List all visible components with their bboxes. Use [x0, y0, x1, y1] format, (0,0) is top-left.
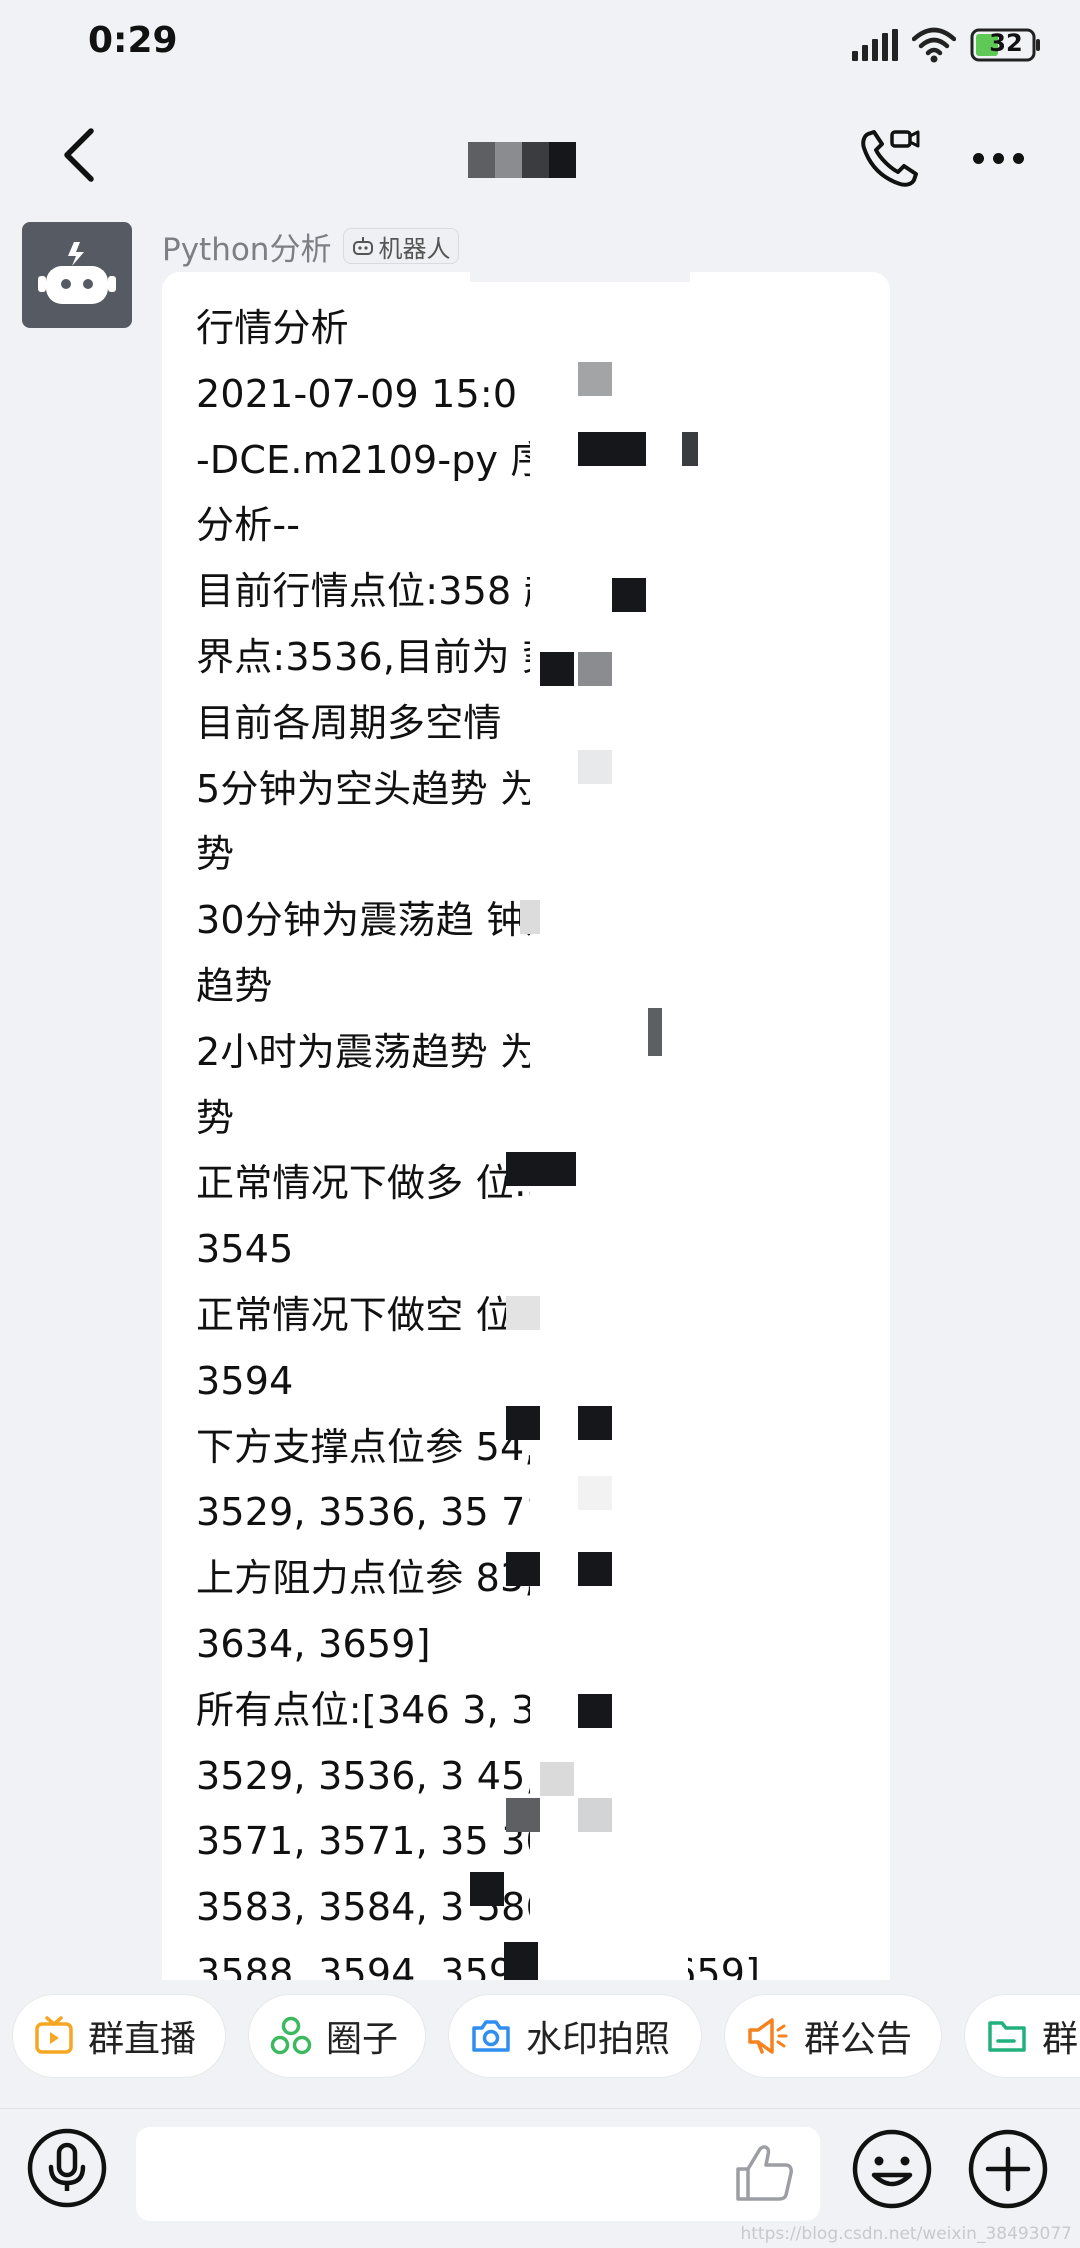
quick-actions-bar[interactable]: 群直播 圈子 水印拍照 群公告 群 [0, 1980, 1080, 2092]
phone-video-icon [861, 130, 920, 187]
message-line: 目前行情点位:358 趋势分 [196, 569, 639, 614]
quick-action-label: 群公告 [804, 2019, 913, 2060]
status-icons: 32 [852, 24, 1042, 66]
message-line: 3588, 3594, 359 3634, 3659] [196, 1950, 761, 1980]
status-bar: 0:29 32 [0, 0, 1080, 88]
camera-icon [472, 2020, 510, 2052]
message-line: 2小时为震荡趋势 为多头趋 [196, 1029, 653, 1074]
message-line: 上方阻力点位参 83, 3594, [196, 1556, 659, 1601]
more-button[interactable] [958, 120, 1038, 196]
quick-action-live[interactable]: 群直播 [12, 1994, 226, 2078]
message-line: 3583, 3584, 3 586, 3586, [196, 1885, 685, 1930]
message-line: 5分钟为空头趋势 为空头趋 [196, 766, 653, 811]
message-line: 3571, 3571, 35 30, 3583, [196, 1819, 685, 1864]
message-line: 行情分析 [196, 306, 349, 350]
microphone-icon [27, 2128, 107, 2208]
message-line: -DCE.m2109-py 序化解读 [196, 437, 664, 482]
message-bubble[interactable]: 行情分析 2021-07-09 15:0 -DCE.m2109-py 序化解读 分析-… [162, 272, 890, 1980]
watermark: https://blog.csdn.net/weixin_38493077 [740, 2224, 1072, 2244]
sender-row: Python分析 机器人 [162, 222, 460, 270]
bot-badge-label: 机器人 [378, 234, 451, 263]
quick-action-announcement[interactable]: 群公告 [724, 1994, 942, 2078]
chevron-left-icon [64, 128, 94, 182]
robot-small-icon [353, 237, 374, 255]
live-tv-icon [35, 2016, 73, 2054]
quick-action-files[interactable]: 群 [964, 1994, 1080, 2078]
quick-action-label: 圈子 [326, 2019, 399, 2060]
voice-button[interactable] [26, 2127, 108, 2209]
message-line: 2021-07-09 15:0 [196, 371, 518, 416]
plus-circle-icon [968, 2129, 1048, 2209]
message-line: 3594 [196, 1358, 294, 1403]
bot-badge: 机器人 [343, 228, 460, 264]
redacted-title-mosaic [468, 142, 576, 178]
message-line: 趋势 [196, 963, 273, 1008]
message-line: 分析-- [196, 503, 301, 548]
folder-icon [988, 2021, 1026, 2052]
message-line: 正常情况下做空 位:3583及 [196, 1292, 663, 1337]
sender-name: Python分析 [162, 231, 332, 268]
message-input[interactable] [136, 2127, 820, 2221]
message-line: 下方支撑点位参 54, 3488, [196, 1424, 659, 1469]
smile-icon [852, 2129, 932, 2209]
quick-action-circle[interactable]: 圈子 [248, 1994, 426, 2078]
bot-avatar[interactable] [22, 222, 132, 328]
circle-group-icon [270, 2016, 312, 2055]
signal-icon [852, 29, 898, 61]
quick-action-label: 群直播 [88, 2019, 197, 2060]
message-line: 3529, 3536, 35 71] [196, 1490, 565, 1535]
message-text: 行情分析 2021-07-09 15:0 -DCE.m2109-py 序化解读 分析-… [196, 296, 856, 1980]
robot-icon [38, 242, 116, 304]
title-bar [0, 88, 1080, 222]
thumbs-up-icon [736, 2145, 793, 2201]
quick-action-label: 水印拍照 [526, 2019, 671, 2060]
quick-action-watermark-camera[interactable]: 水印拍照 [448, 1994, 702, 2078]
message-line: 30分钟为震荡趋 钟为震荡 [196, 898, 640, 943]
emoji-button[interactable] [850, 2127, 934, 2211]
video-call-button[interactable] [852, 120, 928, 196]
input-bar: https://blog.csdn.net/weixin_38493077 [0, 2108, 1080, 2248]
megaphone-icon [748, 2018, 788, 2054]
message-line: 3529, 3536, 3 45, 3545, [196, 1753, 660, 1798]
quick-action-label: 群 [1042, 2019, 1079, 2060]
plus-button[interactable] [966, 2127, 1050, 2211]
message-line: 势 [196, 1095, 235, 1140]
wifi-icon [912, 27, 956, 63]
chat-screen: 0:29 32 Python分析 机器人 行情分析 2021-07-09 15:… [0, 0, 1080, 2248]
message-line: 所有点位:[346 3, 3529, [196, 1687, 621, 1732]
battery-icon: 32 [970, 27, 1042, 63]
back-button[interactable] [40, 116, 118, 194]
more-dots-icon [972, 152, 984, 164]
message-line: 3634, 3659] [196, 1621, 431, 1666]
like-button[interactable] [728, 2137, 800, 2209]
message-line: 正常情况下做多 位:3571及 [196, 1161, 663, 1206]
message-line: 界点:3536,目前为 势 [196, 634, 561, 679]
status-time: 0:29 [88, 20, 178, 61]
message-line: 势 [196, 832, 235, 877]
battery-level: 32 [989, 29, 1023, 57]
chat-message-list[interactable]: Python分析 机器人 行情分析 2021-07-09 15:0 -DCE.m21… [0, 222, 1080, 1980]
message-line: 目前各周期多空情 [196, 700, 502, 745]
message-line: 3545 [196, 1227, 294, 1272]
